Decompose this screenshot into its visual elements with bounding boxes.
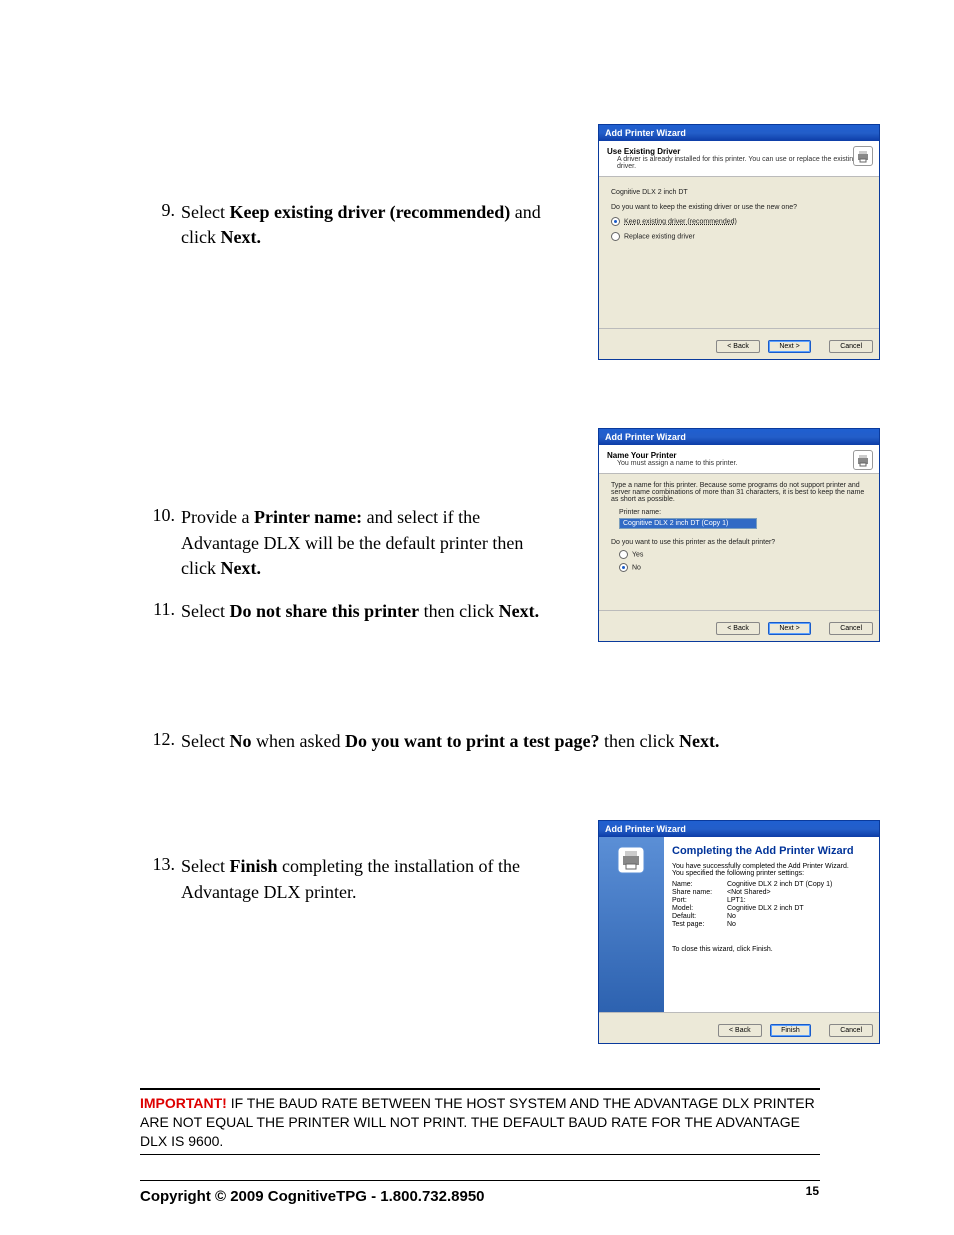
setting-key: Name: [672,881,727,888]
divider [140,1154,820,1155]
settings-line: You specified the following printer sett… [672,870,871,877]
wizard-sidebar [599,837,664,1012]
next-button[interactable]: Next > [768,340,810,353]
step-num-9: 9. [140,200,181,221]
printer-icon [853,146,873,166]
footer-copyright: Copyright © 2009 CognitiveTPG - 1.800.73… [140,1188,820,1205]
next-button[interactable]: Next > [768,622,810,635]
important-note: IMPORTANT! IF THE BAUD RATE BETWEEN THE … [140,1094,820,1151]
description: Type a name for this printer. Because so… [611,482,867,503]
back-button[interactable]: < Back [716,622,760,635]
dialog-subheading: A driver is already installed for this p… [617,156,871,170]
page-number: 15 [806,1184,819,1198]
setting-key: Share name: [672,889,727,896]
setting-key: Test page: [672,921,727,928]
step-text-12: Select No when asked Do you want to prin… [181,729,820,754]
completing-heading: Completing the Add Printer Wizard [672,845,871,857]
dialog-completing: Add Printer Wizard Completing the Add Pr… [598,820,880,1044]
cancel-button[interactable]: Cancel [829,340,873,353]
setting-key: Model: [672,905,727,912]
printer-name-field[interactable]: Cognitive DLX 2 inch DT (Copy 1) [619,518,757,529]
printer-icon [616,845,646,880]
printer-name-label: Printer name: [619,509,867,516]
model-name: Cognitive DLX 2 inch DT [611,189,867,196]
dialog-name-printer: Add Printer Wizard Name Your Printer You… [598,428,880,642]
dialog-existing-driver: Add Printer Wizard Use Existing Driver A… [598,124,880,360]
titlebar: Add Printer Wizard [599,429,879,445]
settings-table: Name:Cognitive DLX 2 inch DT (Copy 1)Sha… [672,881,871,928]
step-text-9: Select Keep existing driver (recommended… [181,200,551,250]
step-text-10: Provide a Printer name: and select if th… [181,505,551,581]
dialog-subheading: You must assign a name to this printer. [617,460,871,467]
back-button[interactable]: < Back [718,1024,762,1037]
success-line: You have successfully completed the Add … [672,863,871,870]
titlebar: Add Printer Wizard [599,125,879,141]
setting-key: Default: [672,913,727,920]
step-num-11: 11. [140,599,181,620]
finish-button[interactable]: Finish [770,1024,811,1037]
dialog-heading: Use Existing Driver [607,147,871,156]
step-num-10: 10. [140,505,181,526]
divider [140,1088,820,1090]
default-question: Do you want to use this printer as the d… [611,539,867,546]
setting-value: No [727,913,736,920]
step-text-11: Select Do not share this printer then cl… [181,599,551,624]
cancel-button[interactable]: Cancel [829,622,873,635]
step-num-13: 13. [140,854,181,875]
question: Do you want to keep the existing driver … [611,204,867,211]
close-instruction: To close this wizard, click Finish. [672,946,871,953]
printer-icon [853,450,873,470]
setting-key: Port: [672,897,727,904]
back-button[interactable]: < Back [716,340,760,353]
radio-no[interactable]: No [619,563,867,572]
setting-value: No [727,921,736,928]
radio-replace[interactable]: Replace existing driver [611,232,867,241]
setting-value: Cognitive DLX 2 inch DT (Copy 1) [727,881,832,888]
footer-rule [140,1180,820,1181]
dialog-heading: Name Your Printer [607,451,871,460]
radio-keep[interactable]: Keep existing driver (recommended) [611,217,867,226]
radio-yes[interactable]: Yes [619,550,867,559]
step-num-12: 12. [140,729,181,750]
cancel-button[interactable]: Cancel [829,1024,873,1037]
step-text-13: Select Finish completing the installatio… [181,854,551,904]
setting-value: LPT1: [727,897,746,904]
titlebar: Add Printer Wizard [599,821,879,837]
setting-value: <Not Shared> [727,889,771,896]
setting-value: Cognitive DLX 2 inch DT [727,905,804,912]
